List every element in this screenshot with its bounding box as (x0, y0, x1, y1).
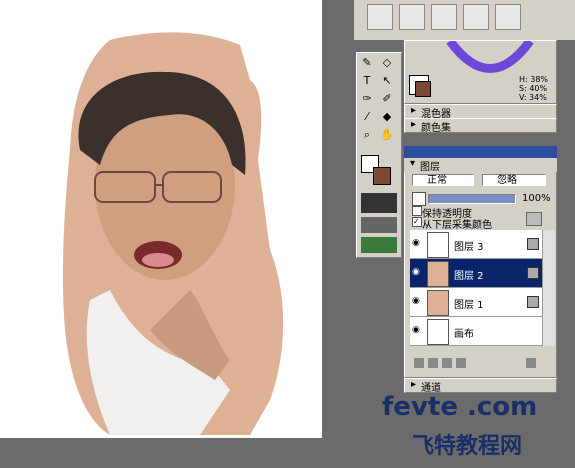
layer-thumbnail (427, 290, 449, 316)
workspace-gutter (322, 0, 354, 438)
layer-name: 图层 2 (454, 271, 484, 282)
layer-row[interactable]: ◉ 画布 (410, 317, 542, 346)
brush-variant-icon[interactable] (495, 4, 521, 30)
layers-footer-toolbar (410, 358, 542, 372)
watermark-line2: 飞特教程网 (412, 434, 523, 459)
workspace-bottom (0, 438, 360, 468)
layer-name: 图层 1 (454, 300, 484, 311)
blend-mode-select[interactable]: 正常 (412, 174, 474, 186)
pen-icon[interactable]: ✎ (359, 55, 375, 71)
hsv-readout: H: 38% S: 40% V: 34% (519, 75, 549, 102)
brush-variant-icon[interactable] (367, 4, 393, 30)
paint-bucket-icon[interactable]: ◆ (379, 109, 395, 125)
layer-row[interactable]: ◉ 图层 1 (410, 288, 542, 317)
color-panel-secondary-swatch[interactable] (415, 81, 431, 97)
portrait-painting (62, 32, 284, 436)
eye-icon[interactable]: ◉ (412, 239, 422, 248)
layers-scrollbar[interactable] (542, 230, 555, 346)
hand-icon[interactable]: ✋ (379, 127, 395, 143)
layer-name: 画布 (454, 329, 474, 340)
mixer-panel-header[interactable]: ▸ 混色器 (404, 104, 557, 120)
group-icon[interactable] (456, 358, 466, 368)
brush-icon[interactable]: ✑ (359, 91, 375, 107)
dropper-icon[interactable]: ⁄ (359, 109, 375, 125)
pen-icon[interactable]: ◇ (379, 55, 395, 71)
magnify-icon[interactable]: ⌕ (359, 127, 375, 143)
color-set-panel-header[interactable]: ▸ 颜色集 (404, 118, 557, 134)
eye-icon[interactable]: ◉ (412, 326, 422, 335)
channels-panel-header[interactable]: ▸ 通道 (404, 378, 557, 394)
pointer-icon[interactable]: ↖ (379, 73, 395, 89)
trash-icon[interactable] (526, 358, 536, 368)
eye-icon[interactable]: ◉ (412, 268, 422, 277)
new-layer-icon[interactable] (414, 358, 424, 368)
pick-color-below-checkbox[interactable]: ✓ (412, 217, 422, 227)
brush-variant-icon[interactable] (463, 4, 489, 30)
layer-thumbnail (427, 319, 449, 345)
gradient-swatch[interactable] (361, 217, 397, 233)
layers-panel-header[interactable]: ▾ 图层 (404, 158, 557, 173)
brush-variant-icon[interactable] (431, 4, 457, 30)
layer-row[interactable]: ◉ 图层 3 (410, 230, 542, 259)
layer-thumbnail (427, 232, 449, 258)
layer-mask-icon[interactable] (412, 192, 426, 206)
pattern-swatch[interactable] (361, 193, 397, 213)
painting-canvas[interactable] (0, 0, 322, 438)
composite-method-select[interactable]: 忽略 (482, 174, 546, 186)
opacity-slider[interactable] (428, 194, 516, 204)
layer-thumbnail (427, 261, 449, 287)
layer-stack-icon (527, 267, 539, 279)
text-icon[interactable]: T (359, 73, 375, 89)
color-panel: H: 38% S: 40% V: 34% (404, 40, 557, 104)
layer-stack-icon (527, 296, 539, 308)
dynamic-plugin-icon[interactable] (442, 358, 452, 368)
toolbox: ✎ ◇ T ↖ ✑ ✐ ⁄ ◆ ⌕ ✋ (356, 52, 402, 258)
layer-name: 图层 3 (454, 242, 484, 253)
pick-color-below-label: 从下层采集颜色 (422, 220, 492, 231)
layer-stack-icon (527, 238, 539, 250)
eye-icon[interactable]: ◉ (412, 297, 422, 306)
secondary-color-swatch[interactable] (373, 167, 391, 185)
layer-mask-icon[interactable] (428, 358, 438, 368)
hue-ring[interactable] (445, 41, 535, 75)
brush-variant-icon[interactable] (399, 4, 425, 30)
preserve-transparency-checkbox[interactable] (412, 206, 422, 216)
layer-row[interactable]: ◉ 图层 2 (410, 259, 542, 288)
brush-variants-bar (354, 0, 575, 40)
watermark-line1: fevte .com (382, 392, 538, 422)
brush-icon[interactable]: ✐ (379, 91, 395, 107)
lock-icon[interactable] (526, 212, 542, 226)
opacity-value: 100% (522, 193, 551, 204)
nozzle-swatch[interactable] (361, 237, 397, 253)
layers-panel-titlebar[interactable] (404, 146, 557, 158)
